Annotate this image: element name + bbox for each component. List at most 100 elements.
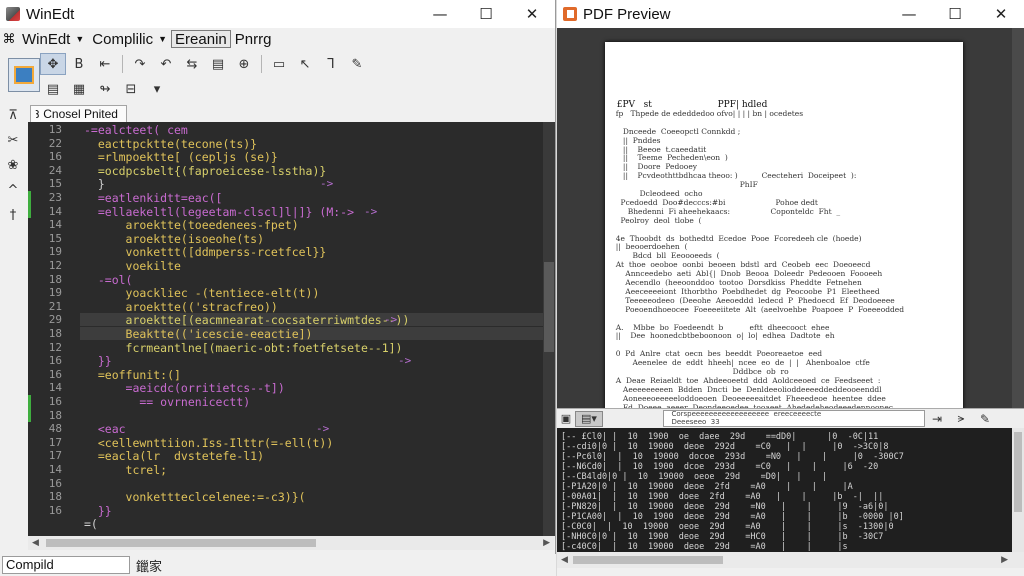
sidebar-tool-2[interactable]: ❀ [0,154,26,176]
pdf-text-line: Aecendlo (heeoonddoo tootoo Dorsdkiss Ph… [611,278,862,287]
code-line: -=ealcteet( cem [84,123,188,137]
winedt-side-toolbar: ⊼ ✂ ❀ ^ † [0,104,28,234]
editor-vscroll-thumb[interactable] [544,262,554,352]
console-row: [--cdi0|0 | 10 19000 deoe 292d =C0 | | |… [561,442,889,452]
pdf-horizontal-scrollbar[interactable]: ◀ ▶ [557,552,1024,568]
pdf-hscroll-left-arrow-icon[interactable]: ◀ [561,552,568,568]
toolbar1-button-9[interactable]: ↖ [292,53,318,75]
pdf-text-line: A. Mbbe bo Foedeendt b eftt dheecooct eh… [611,322,830,332]
toolbar2-button-3[interactable]: ⊟ [118,78,144,100]
winedt-close-button[interactable]: ✕ [509,0,555,28]
sidebar-tool-4[interactable]: † [0,204,26,226]
toolbar2-button-2[interactable]: ↬ [92,78,118,100]
line-number: 29 [48,313,62,327]
code-line: aroektte(isoeohe(ts) [84,231,265,246]
pdf-text-line: || beooerdoehen ( [611,242,688,252]
pdf-maximize-button[interactable]: ☐ [932,0,978,28]
pdf-viewport[interactable]: £PV st PPF| hdled fp Thpede de ededdedoo… [557,28,1024,408]
pdf-toolbar-icon-0[interactable]: ▣ [557,411,575,427]
pdf-search-field[interactable]: Corspeeeeeeeeeeeeeeeeee ereeceeeecte Dee… [663,410,925,427]
toolbar1-button-4[interactable]: ↶ [153,53,179,75]
pdf-toolbar-icon-1[interactable]: ▤▾ [575,410,603,427]
pdf-edit-icon[interactable]: ✎ [973,411,997,427]
code-line: =ocdpcsbelt{(faproeicese-lsstha)} [84,163,327,178]
editor-tabstrip: Ꜣ Cnosel Pnited [28,104,555,122]
code-line: fcrmeantlne[(maeric-obt:foetfetsete--1]) [84,340,403,355]
line-number: 14 [48,204,62,218]
editor-hscroll-thumb[interactable] [46,539,316,547]
code-editor[interactable]: 13 22 16 24 15 23 14 14 15 19 12 18 19 21 29 18 12 16 16 14… [28,122,554,536]
code-line: =aeicdc(orritietcs--t]) [84,381,285,396]
code-line: eacttpcktte(tecone(ts)} [84,136,258,151]
code-line: vonkettt([ddmperss-rcetfcel}} [84,245,327,260]
pdf-text-line: Aeenelee de eddt hheeh| ncee eo de | | A… [611,358,870,368]
pdf-vertical-scrollbar[interactable] [1012,28,1024,408]
toolbar1-button-5[interactable]: ⇆ [179,53,205,75]
menu-winedt[interactable]: WinEdt ▼ [18,28,88,50]
menu-boxed-item[interactable]: Ereanin [171,30,231,48]
tex-file-icon: Ꜣ [35,108,40,121]
pdf-hscroll-right-arrow-icon[interactable]: ▶ [1001,552,1008,568]
sidebar-tool-1[interactable]: ✂ [0,129,26,151]
menu-winedt-label: WinEdt [22,30,71,48]
sidebar-tool-3[interactable]: ^ [0,179,26,201]
winedt-titlebar[interactable]: WinEdt — ☐ ✕ [0,0,555,28]
sidebar-tool-0[interactable]: ⊼ [0,104,26,126]
pdf-text-line: Aeeceeeeiont Ithorbtho Poebdhedet dg Peo… [611,286,880,296]
toolbar1-button-6[interactable]: ▤ [205,53,231,75]
code-line: }} [84,354,112,369]
line-number: 14 [48,381,62,395]
pdf-close-button[interactable]: ✕ [978,0,1024,28]
menu-compile-label: Complilic [92,30,154,48]
hscroll-right-arrow-icon[interactable]: ▶ [543,536,550,550]
console-row: [-C0C0| | 10 19000 oeoe 29d =A0 | | |s -… [561,522,894,532]
editor-vertical-scrollbar[interactable] [543,122,555,536]
console-vertical-scrollbar[interactable] [1012,428,1024,552]
toolbar1-button-0[interactable]: ✥ [40,53,66,75]
hscroll-left-arrow-icon[interactable]: ◀ [32,536,39,550]
toolbar2-button-1[interactable]: ▦ [66,78,92,100]
toolbar1-button-3[interactable]: ↷ [127,53,153,75]
line-number: 16 [48,354,62,368]
toolbar-separator [261,55,262,73]
toolbar1-button-2[interactable]: ⇤ [92,53,118,75]
menu-print[interactable]: Pnrrg [231,28,276,50]
winedt-minimize-button[interactable]: — [417,0,463,28]
compile-console: [-- £Cl0| | 10 1900 oe daee 29d ==dD0| |… [557,428,1012,552]
pdf-text-line: Poeoendhoeocee Foeeeeiitete Alt (aeelvoe… [611,304,905,314]
code-line: Beaktte(('icescie-eeactie]) [84,327,313,341]
line-number: 12 [48,259,62,272]
menu-compile[interactable]: Complilic ▼ [88,28,171,50]
pdf-minimize-button[interactable]: — [886,0,932,28]
console-row: [--CB4ld0|0 | 10 19000 oeoe 29d =D0| | | [561,472,828,482]
line-number: 16 [48,395,62,408]
console-row: [-NH0C0|0 | 10 1900 deoe 29d =HC0 | | |b… [561,532,884,542]
editor-tab[interactable]: Ꜣ Cnosel Pnited [30,105,127,122]
console-vscroll-thumb[interactable] [1014,432,1022,512]
toolbar2-button-0[interactable]: ▤ [40,78,66,100]
fold-arrow-icon: -> [398,354,412,368]
menubar-grip-icon: ⌘ [2,31,16,46]
editor-tab-label: Cnosel Pnited [43,107,118,121]
pdf-text-line: Aeeeeeeeeen Bdden Dncti be Denldeeoliodd… [611,384,882,394]
menu-winedt-chevron-down-icon: ▼ [75,34,85,44]
pdf-goto-icon[interactable]: ⇥ [925,411,949,427]
toolbar2-button-4[interactable]: ▾ [144,78,170,100]
line-number: 48 [48,422,62,436]
toolbar1-button-11[interactable]: ✎ [344,53,370,75]
winedt-maximize-button[interactable]: ☐ [463,0,509,28]
toolbar1-button-1[interactable]: B [66,53,92,75]
code-line: voekilte [84,259,181,273]
editor-horizontal-scrollbar[interactable]: ◀ ▶ [28,536,554,550]
line-number-gutter: 13 22 16 24 15 23 14 14 15 19 12 18 19 21 29 18 12 16 16 14… [28,122,80,536]
status-extra: 鑞家 [136,559,163,575]
console-row: [-P1CA00| | 10 1900 deoe 29d =A0 | | |b … [561,512,904,522]
code-line: <eac [84,422,126,437]
pdf-hscroll-thumb[interactable] [573,556,723,564]
toolbar1-button-8[interactable]: ▭ [266,53,292,75]
pdf-titlebar[interactable]: PDF Preview — ☐ ✕ [557,0,1024,28]
pdf-next-icon[interactable]: ⪫ [949,411,973,427]
code-line: =ellaekeltl(legeetam-clscl]l|]} (M:-> [84,204,355,219]
toolbar1-button-7[interactable]: ⊕ [231,53,257,75]
toolbar1-button-10[interactable]: Ꞁ [318,53,344,75]
